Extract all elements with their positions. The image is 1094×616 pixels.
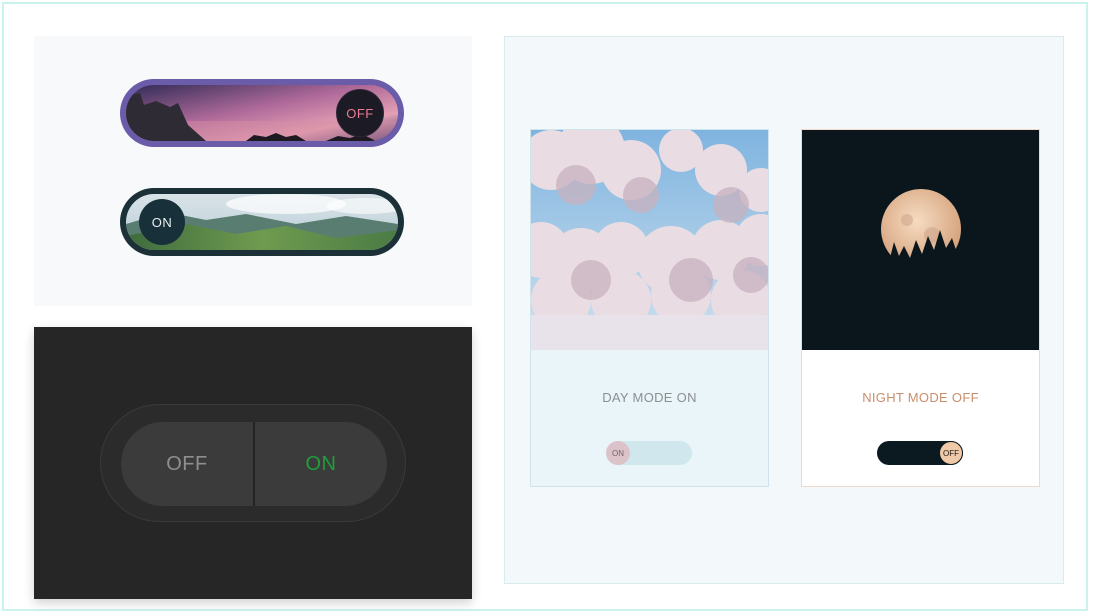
night-image-toggle[interactable]: OFF: [120, 79, 404, 147]
night-sky-image: OFF: [126, 85, 398, 141]
cloud-sky-image: [531, 130, 768, 350]
night-mode-toggle[interactable]: OFF: [877, 441, 963, 465]
off-segment[interactable]: OFF: [121, 422, 255, 506]
day-mode-card: DAY MODE ON ON: [530, 129, 769, 487]
on-segment[interactable]: ON: [255, 422, 387, 506]
day-image-toggle[interactable]: ON: [120, 188, 404, 256]
day-mode-knob: ON: [606, 441, 630, 465]
dark-toggle-panel: OFF ON: [34, 327, 472, 599]
image-toggle-panel: OFF ON: [34, 36, 472, 306]
segmented-toggle: OFF ON: [121, 422, 387, 506]
segmented-toggle-frame: OFF ON: [100, 404, 406, 522]
day-toggle-knob: ON: [139, 199, 185, 245]
night-toggle-knob: OFF: [336, 89, 384, 137]
night-mode-card: NIGHT MODE OFF OFF: [801, 129, 1040, 487]
mode-cards-panel: DAY MODE ON ON NIGHT MODE OFF OFF: [504, 36, 1064, 584]
day-mode-toggle[interactable]: ON: [606, 441, 692, 465]
green-hills-image: ON: [126, 194, 398, 250]
night-mode-knob: OFF: [939, 441, 963, 465]
night-mode-title: NIGHT MODE OFF: [862, 390, 979, 405]
moon-image: [802, 130, 1039, 350]
day-mode-title: DAY MODE ON: [602, 390, 697, 405]
